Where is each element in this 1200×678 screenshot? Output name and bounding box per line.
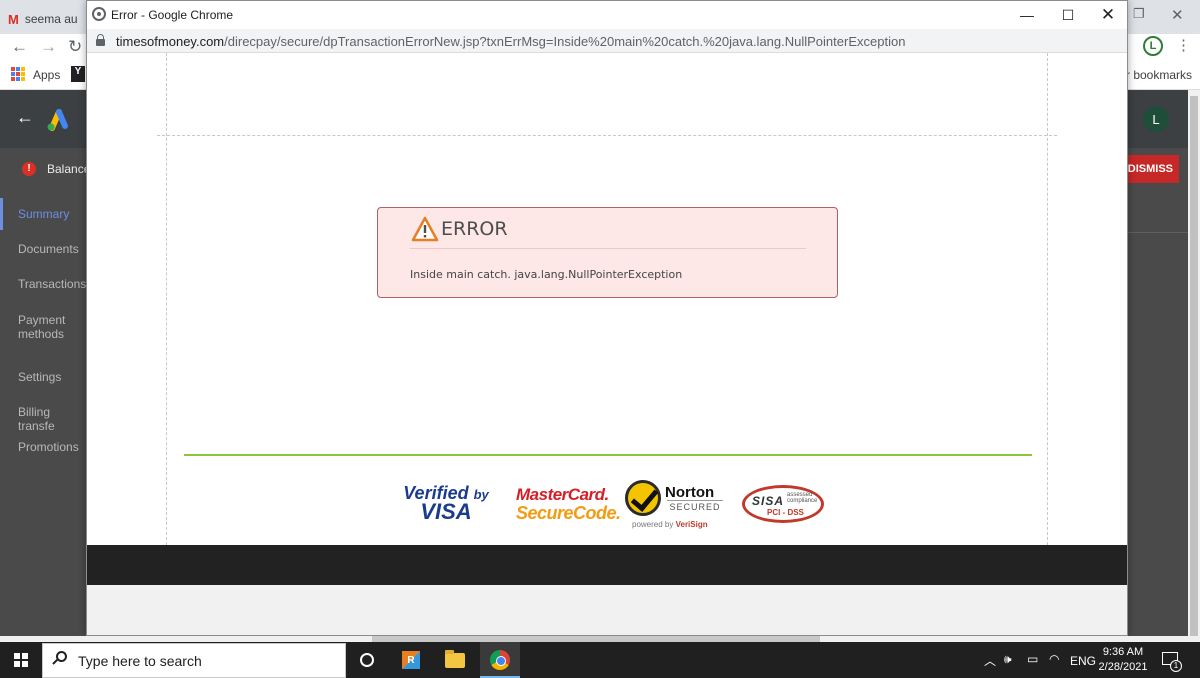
norton-secured-text: SECURED bbox=[667, 500, 723, 512]
notification-count-badge: 1 bbox=[1170, 660, 1182, 672]
start-button[interactable] bbox=[0, 642, 42, 678]
battery-icon[interactable]: ▭ bbox=[1027, 652, 1038, 666]
gmail-icon: M bbox=[8, 11, 19, 27]
windows-logo-icon bbox=[14, 653, 28, 667]
close-icon[interactable]: ✕ bbox=[1171, 6, 1184, 24]
dashed-guide-right bbox=[1047, 53, 1048, 545]
background-tab[interactable]: M seema au bbox=[8, 4, 98, 34]
error-box: ERROR Inside main catch. java.lang.NullP… bbox=[377, 207, 838, 298]
taskbar-chrome[interactable] bbox=[488, 648, 512, 672]
popup-window: Error - Google Chrome — ☐ ✕ timesofmoney… bbox=[86, 0, 1128, 636]
url-host: timesofmoney.com bbox=[116, 34, 225, 49]
mastercard-securecode-logo: MasterCard. SecureCode. bbox=[516, 485, 621, 523]
minimize-button[interactable]: — bbox=[1007, 3, 1047, 27]
visa-text: VISA bbox=[420, 499, 472, 524]
folder-icon bbox=[445, 649, 465, 668]
norton-powered-by: powered by VeriSign bbox=[632, 520, 708, 529]
search-placeholder[interactable]: Type here to search bbox=[78, 653, 202, 669]
sisa-text: SISA bbox=[752, 494, 785, 508]
lock-icon[interactable] bbox=[96, 34, 105, 46]
norton-checkmark-icon bbox=[625, 480, 661, 516]
search-icon bbox=[52, 651, 69, 669]
ads-right-divider bbox=[1128, 232, 1188, 233]
norton-text: Norton bbox=[665, 484, 715, 501]
dashed-guide-top bbox=[157, 135, 1057, 136]
page-footer-dark bbox=[87, 545, 1127, 585]
page-content: ERROR Inside main catch. java.lang.NullP… bbox=[87, 53, 1127, 545]
warning-icon bbox=[411, 216, 439, 242]
page-footer-light bbox=[87, 585, 1127, 635]
norton-secured-logo: Norton SECURED powered by VeriSign bbox=[625, 478, 729, 529]
popup-titlebar: Error - Google Chrome — ☐ ✕ bbox=[87, 1, 1127, 29]
alert-icon: ! bbox=[22, 162, 36, 176]
sisa-pci-dss-logo: SISA assessed compliance PCI - DSS bbox=[742, 485, 824, 523]
background-scrollbar-thumb[interactable] bbox=[1190, 96, 1198, 636]
back-arrow-icon[interactable]: ← bbox=[11, 37, 28, 57]
popup-url[interactable]: timesofmoney.com/direcpay/secure/dpTrans… bbox=[116, 34, 905, 49]
securecode-text: SecureCode. bbox=[516, 503, 621, 523]
sisa-assessed-text: assessed compliance bbox=[787, 492, 818, 504]
footer-divider bbox=[184, 454, 1032, 456]
sidebar-item-payment-methods[interactable]: Payment methods bbox=[18, 313, 88, 341]
other-bookmarks[interactable]: r bookmarks bbox=[1126, 68, 1192, 82]
wifi-icon[interactable]: ◠ bbox=[1049, 652, 1059, 666]
error-message: Inside main catch. java.lang.NullPointer… bbox=[410, 268, 683, 281]
apps-bookmark[interactable]: Apps bbox=[33, 68, 60, 82]
taskbar-app-r[interactable]: R bbox=[399, 648, 423, 672]
profile-avatar[interactable]: L bbox=[1143, 36, 1163, 56]
dashed-guide-left bbox=[166, 53, 167, 545]
task-view-button[interactable] bbox=[355, 648, 379, 672]
verified-by-visa-logo: Verified by VISA bbox=[401, 484, 491, 524]
menu-kebab-icon[interactable]: ⋮ bbox=[1176, 36, 1191, 54]
ads-account-avatar[interactable]: L bbox=[1143, 106, 1169, 132]
background-tab-title: seema au bbox=[24, 12, 78, 26]
maximize-button[interactable]: ☐ bbox=[1048, 3, 1088, 27]
taskbar-file-explorer[interactable] bbox=[443, 648, 467, 672]
pci-dss-text: PCI - DSS bbox=[767, 508, 804, 517]
show-hidden-icons-icon[interactable]: ︿ bbox=[984, 652, 996, 669]
error-divider bbox=[410, 248, 806, 249]
volume-icon[interactable]: 🕪 bbox=[1004, 652, 1012, 667]
bookmark-favicon-icon[interactable]: Y bbox=[71, 66, 85, 82]
sidebar-item-summary[interactable]: Summary bbox=[18, 207, 88, 221]
clock[interactable]: 9:36 AM 2/28/2021 bbox=[1094, 645, 1152, 675]
clock-time: 9:36 AM bbox=[1102, 646, 1144, 658]
r-app-icon: R bbox=[402, 651, 420, 669]
sidebar-item-documents[interactable]: Documents bbox=[18, 242, 88, 256]
error-heading: ERROR bbox=[441, 218, 508, 240]
mastercard-text: MasterCard. bbox=[516, 485, 609, 504]
ads-back-icon[interactable]: ← bbox=[16, 107, 34, 128]
popup-window-title: Error - Google Chrome bbox=[111, 8, 234, 22]
sidebar-item-promotions[interactable]: Promotions bbox=[18, 440, 88, 454]
popup-close-button[interactable]: ✕ bbox=[1088, 3, 1128, 27]
google-ads-logo-icon bbox=[47, 109, 68, 131]
restore-icon[interactable]: ❐ bbox=[1133, 6, 1145, 22]
chrome-icon bbox=[490, 650, 510, 670]
banner-text: Balance bbox=[47, 162, 91, 176]
clock-date: 2/28/2021 bbox=[1098, 661, 1148, 673]
sidebar-item-settings[interactable]: Settings bbox=[18, 370, 88, 384]
sidebar-item-transactions[interactable]: Transactions bbox=[18, 277, 88, 291]
language-indicator[interactable]: ENG bbox=[1070, 654, 1096, 668]
visa-by-text: by bbox=[473, 487, 489, 502]
reload-icon[interactable]: ↻ bbox=[68, 37, 82, 57]
forward-arrow-icon[interactable]: → bbox=[40, 37, 57, 57]
url-path: /direcpay/secure/dpTransactionErrorNew.j… bbox=[224, 34, 906, 49]
cortana-icon bbox=[360, 653, 374, 667]
dismiss-button[interactable]: DISMISS bbox=[1120, 155, 1179, 183]
sidebar-item-billing-transfer[interactable]: Billing transfe bbox=[18, 405, 88, 433]
apps-grid-icon[interactable] bbox=[11, 67, 25, 81]
sidebar-active-indicator bbox=[0, 198, 3, 230]
chrome-favicon-icon bbox=[92, 7, 106, 21]
